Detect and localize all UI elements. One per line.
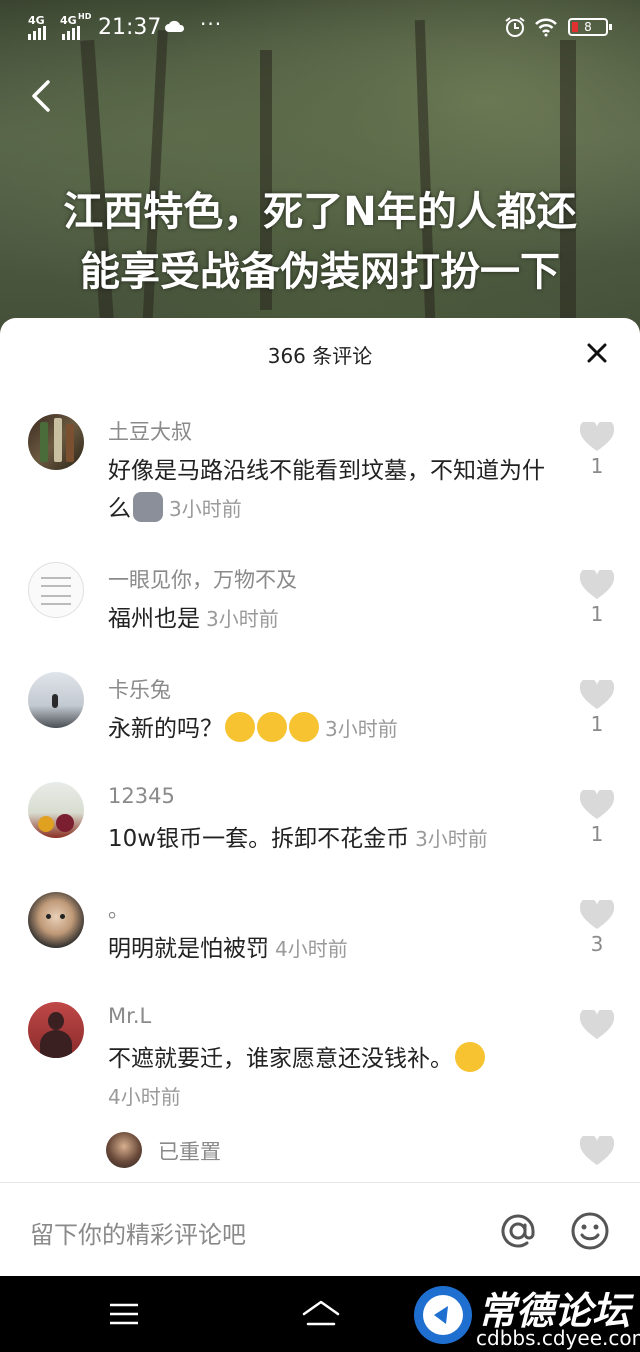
comment-input-placeholder[interactable]: 留下你的精彩评论吧: [30, 1215, 246, 1250]
comment-text: 不遮就要迁，谁家愿意还没钱补。 4小时前: [108, 1040, 548, 1116]
caption-line-2: 能享受战备伪装网打扮一下: [80, 249, 560, 295]
back-arrow-icon[interactable]: [26, 78, 56, 114]
laughing-tears-emoji-icon: [225, 712, 255, 742]
like-heart-icon[interactable]: [580, 422, 614, 452]
comment-username[interactable]: 。: [108, 894, 129, 924]
like-count: 1: [590, 712, 604, 736]
video-caption: 江西特色，死了N年的人都还 能享受战备伪装网打扮一下: [0, 182, 640, 302]
like-heart-icon[interactable]: [580, 1136, 614, 1166]
comment-input-bar[interactable]: 留下你的精彩评论吧: [0, 1182, 640, 1277]
comment-time: 4小时前: [108, 1085, 181, 1109]
comment-text: 福州也是 3小时前: [108, 600, 548, 638]
comment-time: 3小时前: [169, 497, 242, 521]
comment-time: 3小时前: [206, 607, 279, 631]
watermark-url: cdbbs.cdyee.com: [476, 1326, 640, 1350]
like-count: 1: [590, 822, 604, 846]
comment-username[interactable]: 卡乐兔: [108, 674, 171, 704]
reply-username[interactable]: 已重置: [158, 1136, 221, 1166]
more-dots-icon: ···: [200, 12, 223, 36]
battery-indicator: 8: [568, 18, 612, 36]
home-icon[interactable]: [300, 1298, 342, 1328]
emoji-icon[interactable]: [570, 1211, 610, 1251]
comment-username[interactable]: 一眼见你，万物不及: [108, 564, 297, 594]
avatar[interactable]: [28, 562, 84, 618]
comment-time: 3小时前: [325, 717, 398, 741]
clock: 21:37: [98, 15, 162, 40]
hd-label: HD: [78, 12, 92, 21]
comment-time: 4小时前: [275, 937, 348, 961]
comment-username[interactable]: 土豆大叔: [108, 416, 192, 446]
like-heart-icon[interactable]: [580, 570, 614, 600]
signal-icon-2: [62, 26, 80, 40]
avatar[interactable]: [28, 414, 84, 470]
comment-time: 3小时前: [415, 827, 488, 851]
alarm-icon: [505, 17, 525, 37]
comment-text: 永新的吗？ 3小时前: [108, 710, 548, 748]
like-heart-icon[interactable]: [580, 900, 614, 930]
avatar[interactable]: [28, 672, 84, 728]
avatar[interactable]: [106, 1132, 142, 1168]
laughing-tears-emoji-icon: [257, 712, 287, 742]
comment-body: 10w银币一套。拆卸不花金币: [108, 826, 410, 852]
close-icon[interactable]: [586, 342, 608, 364]
avatar[interactable]: [28, 782, 84, 838]
signal-icon-1: [28, 26, 46, 40]
husky-emoji-icon: [133, 492, 163, 522]
comment-sheet: 366 条评论 土豆大叔 好像是马路沿线不能看到坟墓，不知道为什么 3小时前 1 …: [0, 318, 640, 1276]
comment-username[interactable]: Mr.L: [108, 1004, 151, 1028]
comment-text: 明明就是怕被罚 4小时前: [108, 930, 548, 968]
comment-body: 不遮就要迁，谁家愿意还没钱补。: [108, 1046, 453, 1072]
cloud-icon: [165, 20, 185, 32]
menu-icon[interactable]: [108, 1302, 140, 1326]
caption-line-1: 江西特色，死了N年的人都还: [63, 189, 577, 235]
wifi-icon: [535, 18, 557, 37]
laughing-tears-emoji-icon: [289, 712, 319, 742]
comment-body: 福州也是: [108, 606, 200, 632]
like-count: 1: [590, 602, 604, 626]
like-heart-icon[interactable]: [580, 680, 614, 710]
comment-text: 10w银币一套。拆卸不花金币 3小时前: [108, 820, 548, 858]
comment-count-title: 366 条评论: [267, 344, 373, 368]
flushed-smile-emoji-icon: [455, 1042, 485, 1072]
avatar[interactable]: [28, 1002, 84, 1058]
like-heart-icon[interactable]: [580, 1010, 614, 1040]
comment-body: 永新的吗？: [108, 716, 223, 742]
at-mention-icon[interactable]: [498, 1211, 538, 1251]
comment-body: 明明就是怕被罚: [108, 936, 269, 962]
like-count: 1: [590, 454, 604, 478]
like-count: 3: [590, 932, 604, 956]
like-heart-icon[interactable]: [580, 790, 614, 820]
comment-username[interactable]: 12345: [108, 784, 175, 808]
status-bar: 4G 4G HD 21:37 ··· 8: [0, 0, 640, 56]
forum-logo-icon: [414, 1286, 472, 1344]
system-nav-bar: 常德论坛 cdbbs.cdyee.com: [0, 1276, 640, 1352]
avatar[interactable]: [28, 892, 84, 948]
comment-text: 好像是马路沿线不能看到坟墓，不知道为什么 3小时前: [108, 452, 548, 528]
